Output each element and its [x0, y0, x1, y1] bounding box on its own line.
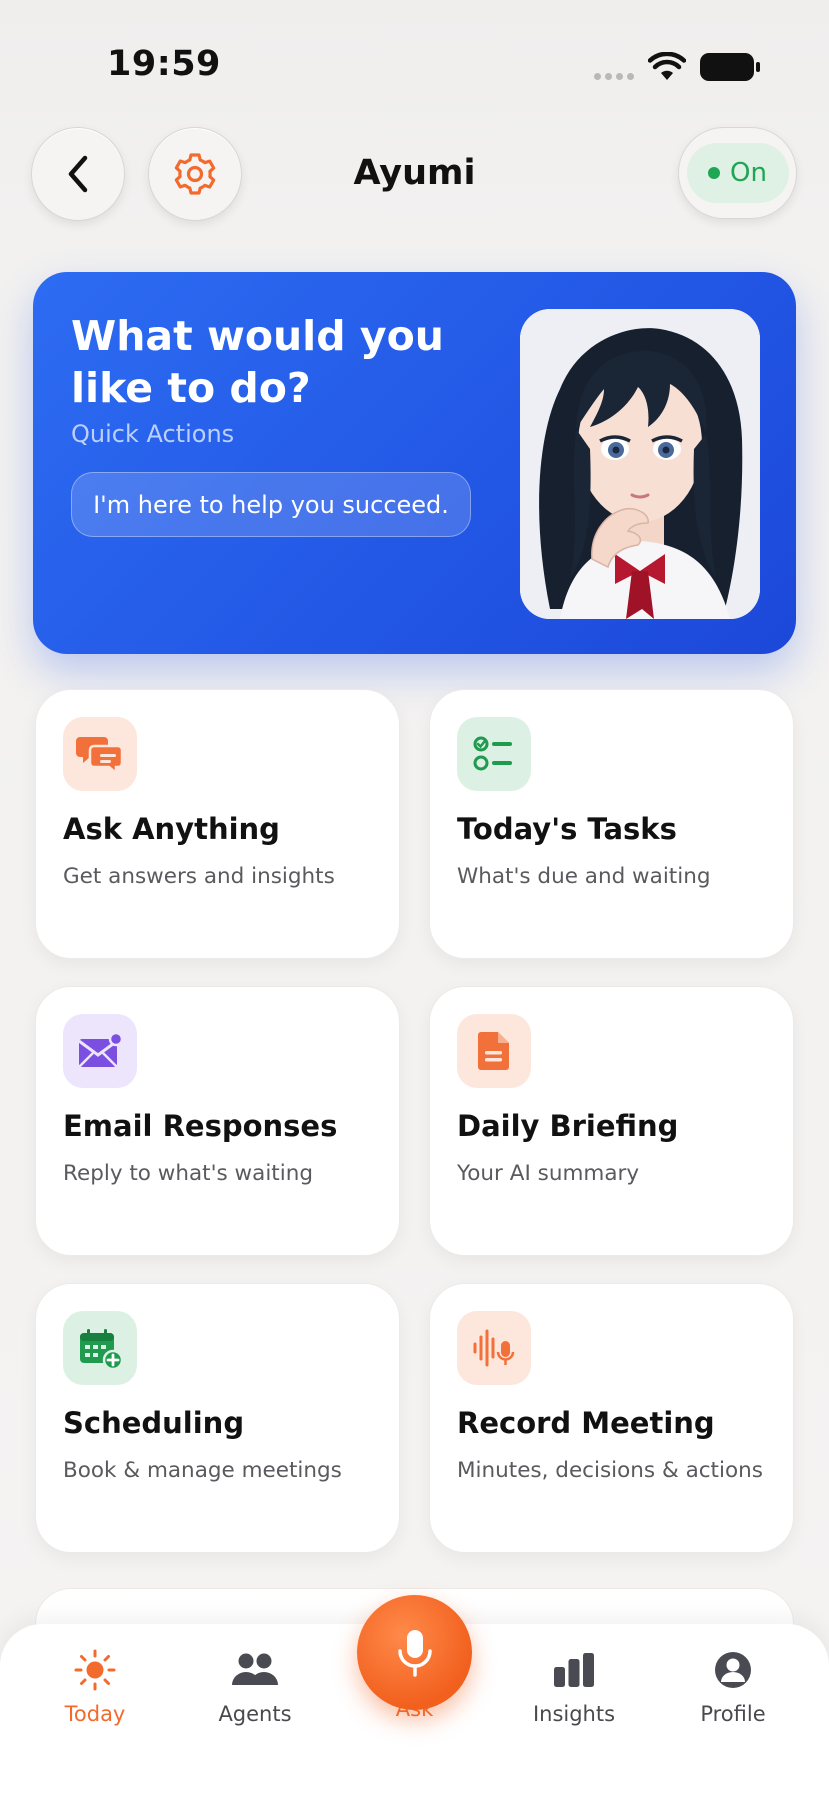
card-icon-bg — [63, 1311, 137, 1385]
card-description: Get answers and insights — [63, 864, 335, 889]
tab-insights[interactable]: Insights — [509, 1648, 639, 1726]
tab-label: Today — [64, 1702, 126, 1726]
waveform-mic-icon — [473, 1329, 515, 1367]
hero-subtitle: Quick Actions — [71, 420, 235, 448]
microphone-icon — [397, 1629, 432, 1677]
card-title: Daily Briefing — [457, 1109, 679, 1143]
card-ask-anything[interactable]: Ask Anything Get answers and insights — [35, 689, 400, 959]
online-dot-icon — [708, 167, 721, 179]
tab-profile[interactable]: Profile — [668, 1648, 798, 1726]
card-description: Reply to what's waiting — [63, 1161, 313, 1186]
card-icon-bg — [63, 1014, 137, 1088]
sun-icon — [74, 1649, 116, 1691]
hero-message-chip[interactable]: I'm here to help you succeed. — [71, 472, 471, 537]
hero-banner: What would you like to do? Quick Actions… — [33, 272, 796, 654]
wifi-icon — [648, 52, 686, 80]
card-email-responses[interactable]: Email Responses Reply to what's waiting — [35, 986, 400, 1256]
chat-bubbles-icon — [76, 737, 124, 775]
card-icon-bg — [457, 1014, 531, 1088]
card-title: Email Responses — [63, 1109, 338, 1143]
card-title: Scheduling — [63, 1406, 245, 1440]
card-title: Ask Anything — [63, 812, 280, 846]
card-title: Today's Tasks — [457, 812, 677, 846]
tab-label: Insights — [532, 1702, 616, 1726]
hero-title: What would you like to do? — [71, 312, 444, 412]
app-screen: 19:59 Ayumi On What would you like to do… — [0, 0, 829, 1800]
toggle-label: On — [730, 158, 767, 188]
signal-dots-icon — [594, 73, 634, 80]
checklist-icon — [473, 736, 512, 771]
card-icon-bg — [63, 717, 137, 791]
battery-icon — [700, 53, 760, 81]
card-icon-bg — [457, 717, 531, 791]
tab-label: Profile — [700, 1702, 766, 1726]
card-scheduling[interactable]: Scheduling Book & manage meetings — [35, 1283, 400, 1553]
card-description: Book & manage meetings — [63, 1458, 342, 1483]
status-time: 19:59 — [107, 44, 221, 84]
calendar-add-icon — [80, 1329, 123, 1370]
card-daily-briefing[interactable]: Daily Briefing Your AI summary — [429, 986, 794, 1256]
ask-mic-button[interactable] — [357, 1595, 472, 1710]
card-todays-tasks[interactable]: Today's Tasks What's due and waiting — [429, 689, 794, 959]
document-icon — [478, 1032, 509, 1070]
card-icon-bg — [457, 1311, 531, 1385]
card-title: Record Meeting — [457, 1406, 715, 1440]
card-description: Your AI summary — [457, 1161, 640, 1186]
card-description: Minutes, decisions & actions — [457, 1458, 763, 1483]
bar-chart-icon — [554, 1653, 594, 1687]
tab-agents[interactable]: Agents — [190, 1648, 320, 1726]
tab-today[interactable]: Today — [30, 1648, 160, 1726]
tab-label: Agents — [218, 1702, 292, 1726]
status-pill: On — [686, 143, 789, 203]
envelope-icon — [78, 1031, 124, 1068]
card-record-meeting[interactable]: Record Meeting Minutes, decisions & acti… — [429, 1283, 794, 1553]
assistant-status-toggle[interactable]: On — [678, 127, 797, 219]
user-circle-icon — [715, 1652, 751, 1688]
assistant-avatar — [520, 309, 760, 619]
card-description: What's due and waiting — [457, 864, 711, 889]
people-icon — [232, 1653, 278, 1685]
